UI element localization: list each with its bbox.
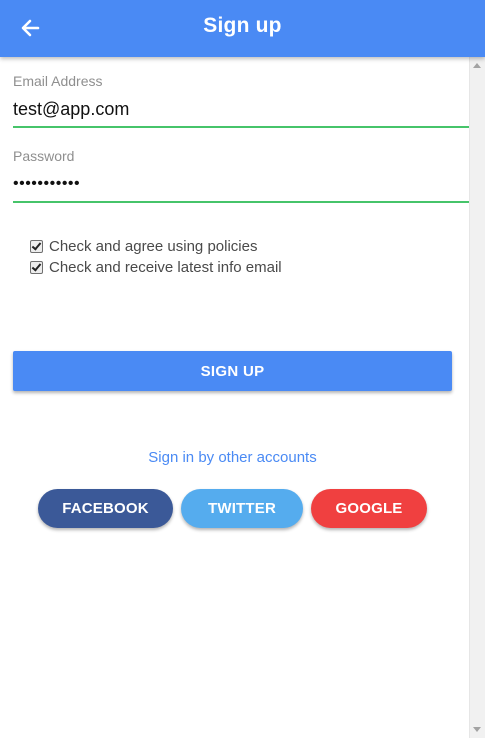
checkbox-group: Check and agree using policies Check and… — [30, 236, 282, 278]
policies-checkbox[interactable] — [30, 240, 43, 253]
twitter-button[interactable]: TWITTER — [181, 489, 303, 528]
policies-checkbox-label: Check and agree using policies — [49, 238, 258, 255]
other-accounts-link[interactable]: Sign in by other accounts — [0, 449, 465, 466]
checkmark-icon — [31, 261, 42, 272]
newsletter-checkbox[interactable] — [30, 261, 43, 274]
email-field[interactable] — [13, 96, 470, 128]
checkbox-row-newsletter[interactable]: Check and receive latest info email — [30, 257, 282, 278]
email-field-group: Email Address — [13, 72, 470, 128]
scroll-down-icon[interactable] — [473, 727, 481, 732]
newsletter-checkbox-label: Check and receive latest info email — [49, 259, 282, 276]
signup-button[interactable]: SIGN UP — [13, 351, 452, 391]
checkmark-icon — [31, 240, 42, 251]
password-field-group: Password — [13, 147, 470, 203]
vertical-scrollbar[interactable] — [469, 57, 485, 738]
page-title: Sign up — [203, 14, 282, 37]
signup-screen: Sign up Email Address Password Check and… — [0, 0, 485, 738]
email-label: Email Address — [13, 73, 103, 89]
facebook-button[interactable]: FACEBOOK — [38, 489, 173, 528]
app-header: Sign up — [0, 0, 485, 57]
google-button[interactable]: GOOGLE — [311, 489, 427, 528]
checkbox-row-policies[interactable]: Check and agree using policies — [30, 236, 282, 257]
password-label: Password — [13, 148, 75, 164]
password-field[interactable] — [13, 171, 470, 203]
scroll-up-icon[interactable] — [473, 63, 481, 68]
